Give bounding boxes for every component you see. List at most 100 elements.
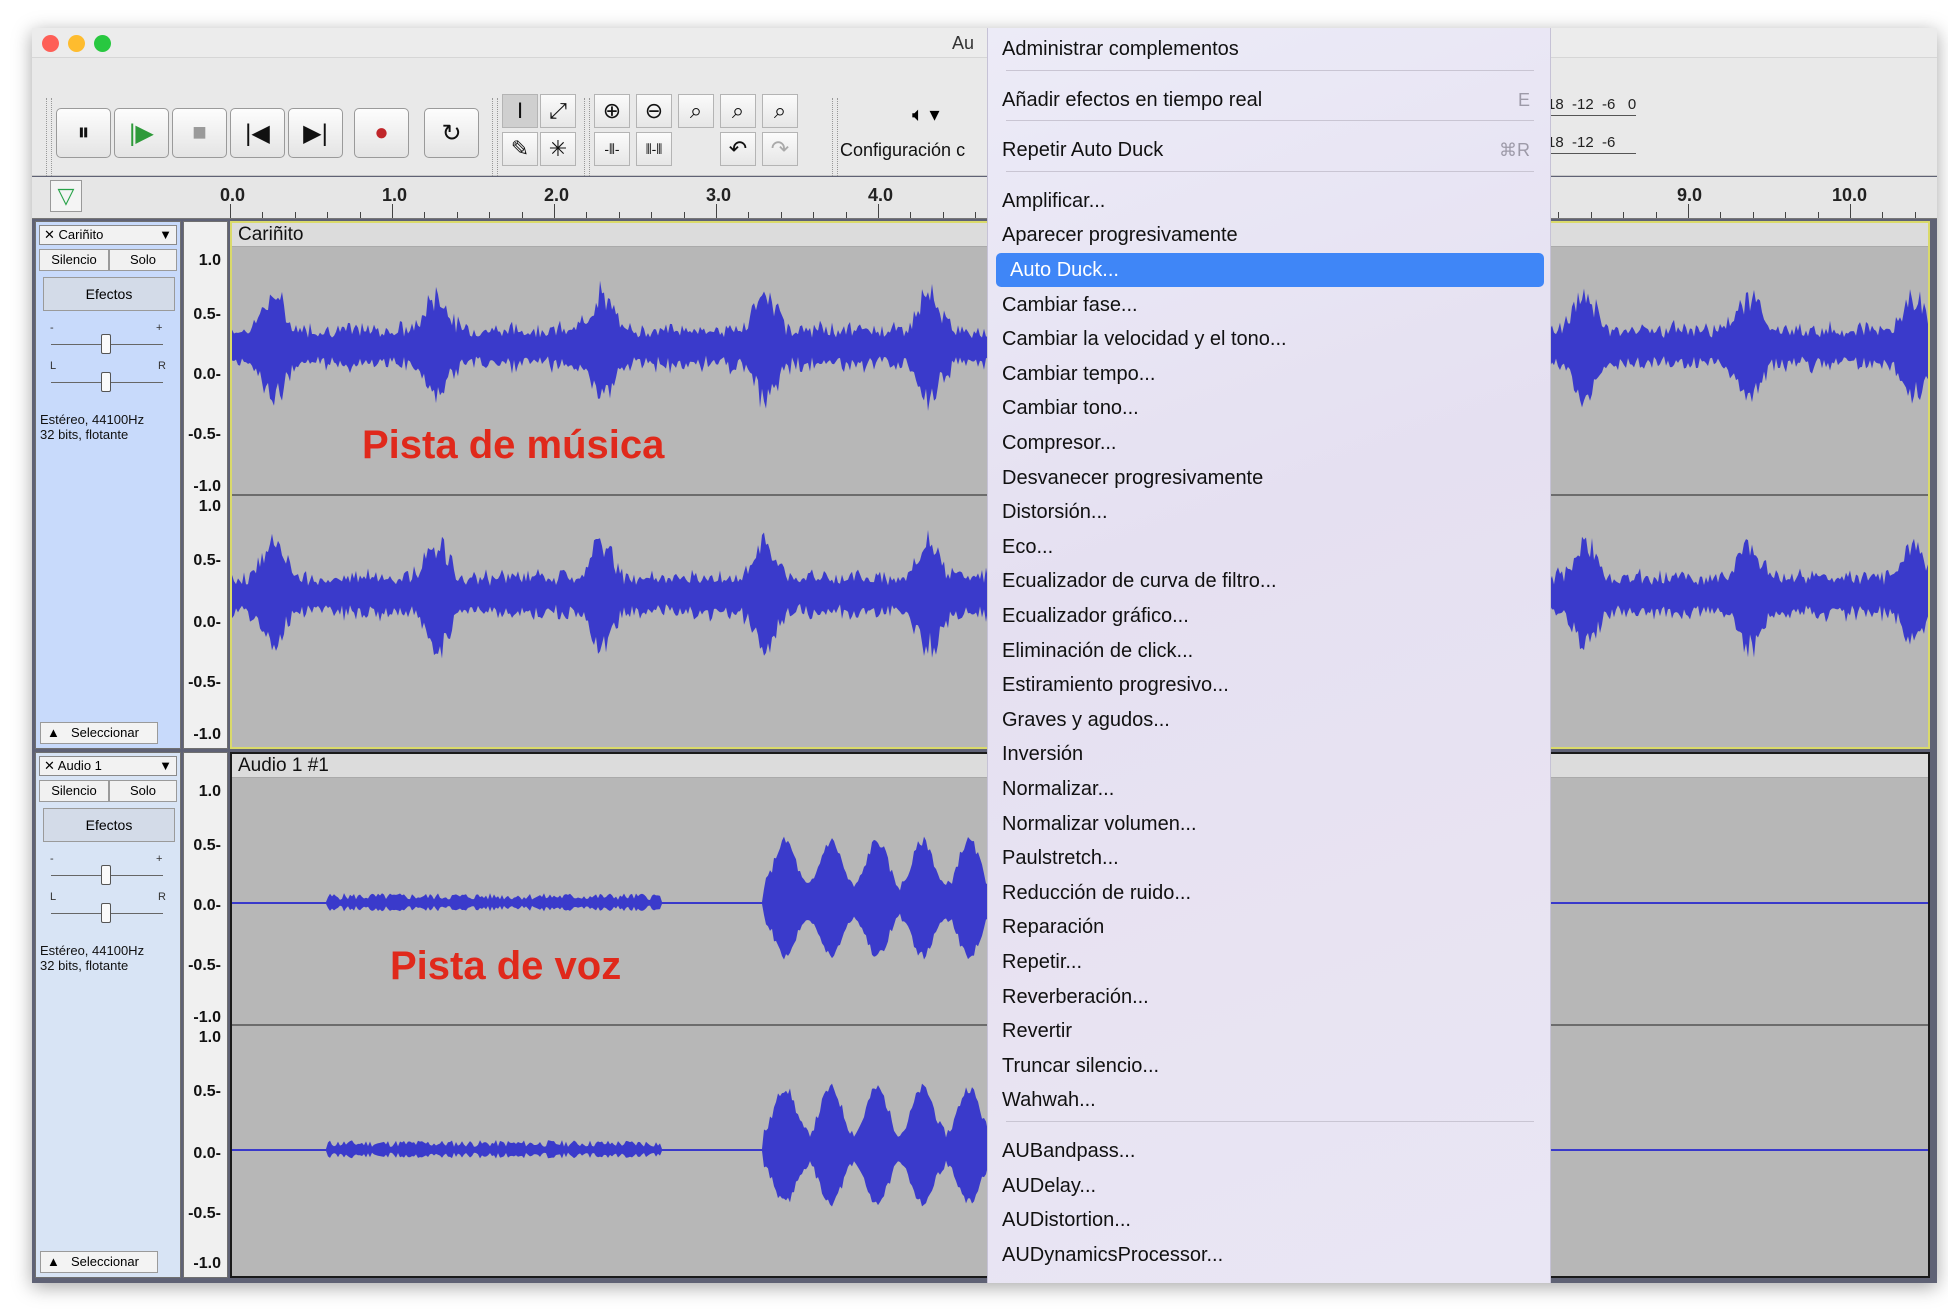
menu-item[interactable]: Amplificar... [988,184,1550,218]
menu-item[interactable]: Eco... [988,530,1550,564]
effects-button[interactable]: Efectos [43,277,175,311]
menu-item[interactable]: Ecualizador gráfico... [988,599,1550,633]
close-icon[interactable]: ✕ [44,227,59,242]
menu-item[interactable]: AUDelay... [988,1169,1550,1203]
record-meter[interactable]: -18 -12 -6 [1542,134,1637,154]
timeline-ruler[interactable]: ▽ 0.0 1.0 2.0 3.0 4.0 9.0 10.0 [32,177,1937,219]
solo-button[interactable]: Solo [109,780,177,802]
selection-tool[interactable]: I [502,94,538,128]
silence-button[interactable]: ⫴-⫴ [636,132,672,166]
pause-button[interactable]: ⏸ [56,108,111,158]
multi-tool[interactable]: ✳ [540,132,576,166]
menu-item[interactable]: Distorsión... [988,495,1550,529]
close-window-button[interactable] [42,35,59,52]
close-icon[interactable]: ✕ [44,758,58,773]
stop-button[interactable]: ■ [172,108,227,158]
draw-tool[interactable]: ✎ [502,132,538,166]
zoom-toggle-button[interactable]: ⌕ [762,94,798,128]
menu-item[interactable]: Estiramiento progresivo... [988,668,1550,702]
ruler-tick [554,204,555,218]
loop-button[interactable]: ↻ [424,108,479,158]
slider-knob[interactable] [101,372,111,392]
track-control-panel: ✕ Audio 1 ▼ Silencio Solo Efectos - + L R… [35,752,181,1278]
gain-slider[interactable] [51,865,163,885]
scale-label: -0.5- [188,1205,221,1222]
menu-item[interactable]: Administrar complementos [988,32,1550,66]
skip-to-end-button[interactable]: ▶| [288,108,343,158]
zoom-window-button[interactable] [94,35,111,52]
record-button[interactable]: ● [354,108,409,158]
fit-selection-icon: ⌕ [689,98,703,123]
menu-item[interactable]: AUDynamicsProcessor... [988,1238,1550,1272]
select-track-button[interactable]: ▲ Seleccionar [40,722,158,744]
menu-item[interactable]: Wahwah... [988,1083,1550,1117]
mute-button[interactable]: Silencio [39,249,109,271]
voice-track: ✕ Audio 1 ▼ Silencio Solo Efectos - + L R… [32,752,1937,1278]
menu-item[interactable]: Cambiar fase... [988,288,1550,322]
menu-item[interactable]: Compresor... [988,426,1550,460]
menu-item[interactable]: Añadir efectos en tiempo real E [988,83,1550,117]
trim-button[interactable]: -⫴- [594,132,630,166]
envelope-tool[interactable]: ⤢ [540,94,576,128]
menu-separator [1006,1121,1534,1122]
menu-item[interactable]: Normalizar... [988,772,1550,806]
slider-knob[interactable] [101,334,111,354]
menu-item[interactable]: Eliminación de click... [988,634,1550,668]
menu-item[interactable]: Inversión [988,737,1550,771]
menu-item-label: Wahwah... [1002,1089,1096,1112]
minimize-window-button[interactable] [68,35,85,52]
menu-item[interactable]: Aparecer progresivamente [988,218,1550,252]
menu-item[interactable]: Reducción de ruido... [988,876,1550,910]
track-name-menu[interactable]: ✕ Cariñito ▼ [39,225,177,245]
menu-item[interactable]: Graves y agudos... [988,703,1550,737]
zoom-in-icon: ⊕ [602,98,622,123]
menu-item[interactable]: Repetir Auto Duck ⌘R [988,133,1550,167]
menu-item[interactable]: Repetir... [988,945,1550,979]
music-track: ✕ Cariñito ▼ Silencio Solo Efectos - + L … [32,221,1937,749]
menu-item[interactable]: AUDistortion... [988,1203,1550,1237]
mute-button[interactable]: Silencio [39,780,109,802]
ruler-tick [1785,212,1787,218]
scale-label: -0.5- [188,426,221,443]
vertical-scale[interactable]: 1.0 0.5- 0.0- -0.5- -1.0 1.0 0.5- 0.0- -… [183,221,228,749]
menu-item[interactable]: Ecualizador de curva de filtro... [988,564,1550,598]
slider-knob[interactable] [101,903,111,923]
slider-knob[interactable] [101,865,111,885]
menu-item[interactable]: Cambiar la velocidad y el tono... [988,322,1550,356]
gain-slider[interactable] [51,334,163,354]
menu-item[interactable]: Truncar silencio... [988,1049,1550,1083]
track-name-menu[interactable]: ✕ Audio 1 ▼ [39,756,177,776]
menu-item[interactable]: Revertir [988,1014,1550,1048]
menu-item[interactable]: Normalizar volumen... [988,807,1550,841]
scale-label: -1.0 [193,478,221,495]
menu-item[interactable]: Desvanecer progresivamente [988,461,1550,495]
select-track-button[interactable]: ▲ Seleccionar [40,1251,158,1273]
fit-selection-button[interactable]: ⌕ [678,94,714,128]
menu-item[interactable]: Cambiar tempo... [988,357,1550,391]
toolbar: ⏸ |▶ ■ |◀ ▶| ● ↻ I ⤢ ✎ ✳ ⊕ ⊖ ⌕ ⌕ ⌕ -⫴- ⫴… [32,58,1937,198]
redo-icon: ↷ [770,136,790,161]
playback-meter[interactable]: -18 -12 -6 0 [1542,96,1637,116]
timeline-options-button[interactable]: ▽ [50,180,82,212]
menu-item[interactable]: Reverberación... [988,980,1550,1014]
redo-button[interactable]: ↷ [762,132,798,166]
zoom-out-button[interactable]: ⊖ [636,94,672,128]
menu-item[interactable]: Auto Duck... [996,253,1544,287]
zoom-in-button[interactable]: ⊕ [594,94,630,128]
pan-slider[interactable] [51,372,163,392]
solo-button[interactable]: Solo [109,249,177,271]
audio-setup-button[interactable]: 🔈︎ ▾ [912,102,940,127]
menu-item[interactable]: Cambiar tono... [988,391,1550,425]
undo-button[interactable]: ↶ [720,132,756,166]
play-button[interactable]: |▶ [114,108,169,158]
pan-slider[interactable] [51,903,163,923]
menu-separator [1006,120,1534,122]
fit-project-button[interactable]: ⌕ [720,94,756,128]
skip-to-start-button[interactable]: |◀ [230,108,285,158]
menu-item[interactable]: AUBandpass... [988,1134,1550,1168]
record-icon: ● [374,119,389,146]
menu-item[interactable]: Reparación [988,910,1550,944]
vertical-scale[interactable]: 1.0 0.5- 0.0- -0.5- -1.0 1.0 0.5- 0.0- -… [183,752,228,1278]
menu-item[interactable]: Paulstretch... [988,841,1550,875]
effects-button[interactable]: Efectos [43,808,175,842]
